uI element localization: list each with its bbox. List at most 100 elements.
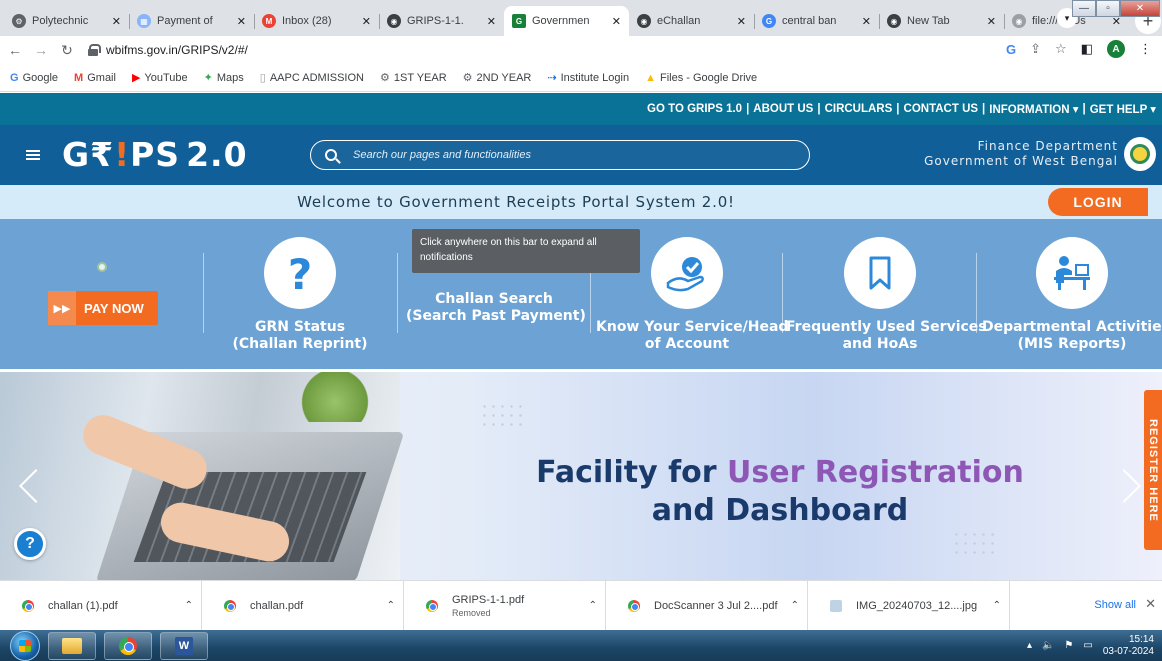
flag-icon[interactable]: ⚑ (1064, 640, 1073, 651)
nav-contact-us[interactable]: CONTACT US (904, 103, 979, 115)
chevron-up-icon[interactable]: ⌃ (993, 600, 1001, 611)
tab-polytechnic[interactable]: ⚙ Polytechnic ✕ (4, 6, 129, 36)
taskbar-chrome[interactable] (104, 631, 152, 660)
share-icon[interactable]: ⇪ (1030, 41, 1041, 57)
chevron-up-icon[interactable]: ⌃ (185, 600, 193, 611)
close-icon[interactable]: ✕ (237, 15, 246, 28)
start-button[interactable] (10, 630, 40, 661)
lock-icon[interactable] (88, 44, 101, 56)
bookmark-icon (844, 237, 916, 309)
welcome-bar[interactable]: Welcome to Government Receipts Portal Sy… (0, 185, 1162, 219)
google-lens-icon[interactable]: G (1006, 42, 1016, 57)
network-icon[interactable]: ▭ (1083, 640, 1092, 651)
chevron-up-icon[interactable]: ⌃ (791, 600, 799, 611)
search-input[interactable] (353, 149, 773, 161)
page-icon: ▯ (259, 72, 266, 84)
tile-label-line-1: GRN Status (254, 319, 346, 335)
close-icon[interactable]: ✕ (362, 15, 371, 28)
tab-central-bank[interactable]: G central ban ✕ (754, 6, 879, 36)
close-icon[interactable]: ✕ (112, 15, 121, 28)
tab-favicon-icon: ⚙ (12, 14, 26, 28)
bookmark-institute-login[interactable]: ⇢ Institute Login (547, 71, 629, 85)
carousel-prev-arrow-icon[interactable] (20, 470, 38, 506)
bookmark-youtube[interactable]: ▶ YouTube (131, 71, 188, 85)
clock[interactable]: 15:14 03-07-2024 (1103, 634, 1154, 658)
logo-version: 2.0 (186, 135, 248, 174)
bookmark-aapc[interactable]: ▯ AAPC ADMISSION (259, 71, 364, 85)
window-close-button[interactable]: ✕ (1120, 0, 1160, 17)
nav-about-us[interactable]: ABOUT US (753, 103, 813, 115)
search-icon[interactable] (325, 149, 337, 161)
tray-expand-icon[interactable]: ▴ (1027, 640, 1032, 651)
gmail-icon: M (74, 71, 84, 84)
login-button[interactable]: LOGIN (1048, 188, 1148, 216)
bookmark-maps[interactable]: ✦ Maps (204, 71, 244, 85)
dept-line-1: Finance Department (977, 139, 1118, 153)
bookmark-1st-year[interactable]: ⚙ 1ST YEAR (380, 71, 447, 85)
star-icon[interactable]: ☆ (1055, 41, 1067, 57)
bookmark-google[interactable]: G Google (10, 72, 58, 84)
download-item[interactable]: GRIPS-1-1.pdf Removed ⌃ (404, 580, 606, 631)
taskbar-word[interactable]: W (160, 631, 208, 660)
nav-get-help[interactable]: GET HELP ▾ (1090, 102, 1156, 116)
help-button[interactable]: ? (14, 528, 46, 560)
tile-grn-status[interactable]: ? GRN Status (Challan Reprint) (226, 237, 374, 353)
gmail-icon: M (262, 14, 276, 28)
volume-icon[interactable]: 🔈 (1042, 640, 1054, 651)
tab-government[interactable]: G Governmen ✕ (504, 6, 629, 36)
maximize-button[interactable]: ▫ (1096, 0, 1120, 17)
kebab-menu-icon[interactable]: ⋮ (1139, 41, 1152, 57)
tab-grips-pdf[interactable]: ◉ GRIPS-1-1. ✕ (379, 6, 504, 36)
close-icon[interactable]: ✕ (862, 15, 871, 28)
download-item[interactable]: challan (1).pdf ⌃ (0, 580, 202, 631)
bookmark-gmail[interactable]: M Gmail (74, 72, 116, 84)
bookmark-google-drive[interactable]: ▲ Files - Google Drive (645, 72, 757, 84)
nav-information[interactable]: INFORMATION ▾ (989, 102, 1078, 116)
tab-new-tab[interactable]: ◉ New Tab ✕ (879, 6, 1004, 36)
download-item[interactable]: IMG_20240703_12....jpg ⌃ (808, 580, 1010, 631)
bookmark-2nd-year[interactable]: ⚙ 2ND YEAR (463, 71, 532, 85)
nav-circulars[interactable]: CIRCULARS (825, 103, 893, 115)
reload-icon[interactable]: ↻ (56, 39, 78, 61)
register-here-tab[interactable]: REGISTER HERE (1144, 390, 1162, 550)
tab-echallan[interactable]: ◉ eChallan ✕ (629, 6, 754, 36)
profile-avatar[interactable]: A (1107, 40, 1125, 58)
hamburger-menu-icon[interactable] (26, 150, 40, 160)
nav-go-to-grips-1[interactable]: GO TO GRIPS 1.0 (647, 103, 742, 115)
forward-arrow-icon[interactable]: → (30, 39, 52, 61)
chrome-file-icon (22, 599, 34, 612)
word-icon: W (175, 636, 193, 655)
toolbar-actions: G ⇪ ☆ ◧ A ⋮ (1006, 40, 1152, 58)
close-icon[interactable]: ✕ (1145, 596, 1156, 612)
tile-challan-search[interactable]: Challan Search (Search Past Payment) (406, 291, 586, 325)
carousel-next-arrow-icon[interactable] (1120, 470, 1138, 506)
tab-title: GRIPS-1-1. (407, 15, 464, 27)
close-icon[interactable]: ✕ (737, 15, 746, 28)
plant-image (290, 372, 380, 422)
download-filename: IMG_20240703_12....jpg (856, 599, 978, 612)
show-all-link[interactable]: Show all (1094, 599, 1136, 611)
tile-departmental-activities[interactable]: Departmental Activities (MIS Reports) (982, 237, 1162, 353)
drive-icon: ▲ (645, 71, 656, 84)
tab-payment[interactable]: ▦ Payment of ✕ (129, 6, 254, 36)
minimize-button[interactable]: — (1072, 0, 1096, 17)
tile-divider (203, 253, 204, 333)
sidepanel-icon[interactable]: ◧ (1081, 41, 1093, 57)
youtube-icon: ▶ (131, 72, 141, 84)
chevron-up-icon[interactable]: ⌃ (387, 600, 395, 611)
tile-frequently-used[interactable]: Frequently Used Services and HoAs (786, 237, 987, 353)
pay-now-button[interactable]: ▶▶ PAY NOW (48, 291, 158, 325)
globe-icon: ◉ (1012, 14, 1026, 28)
download-item[interactable]: DocScanner 3 Jul 2....pdf ⌃ (606, 580, 808, 631)
close-icon[interactable]: ✕ (612, 15, 621, 28)
tab-inbox[interactable]: M Inbox (28) ✕ (254, 6, 379, 36)
chevron-up-icon[interactable]: ⌃ (589, 600, 597, 611)
back-arrow-icon[interactable]: ← (4, 39, 26, 61)
download-item[interactable]: challan.pdf ⌃ (202, 580, 404, 631)
grips-logo[interactable]: G₹!PS 2.0 (62, 136, 248, 174)
close-icon[interactable]: ✕ (987, 15, 996, 28)
taskbar-explorer[interactable] (48, 631, 96, 660)
tab-title: central ban (782, 15, 837, 27)
address-bar[interactable]: wbifms.gov.in/GRIPS/v2/#/ (88, 39, 968, 61)
close-icon[interactable]: ✕ (487, 15, 496, 28)
